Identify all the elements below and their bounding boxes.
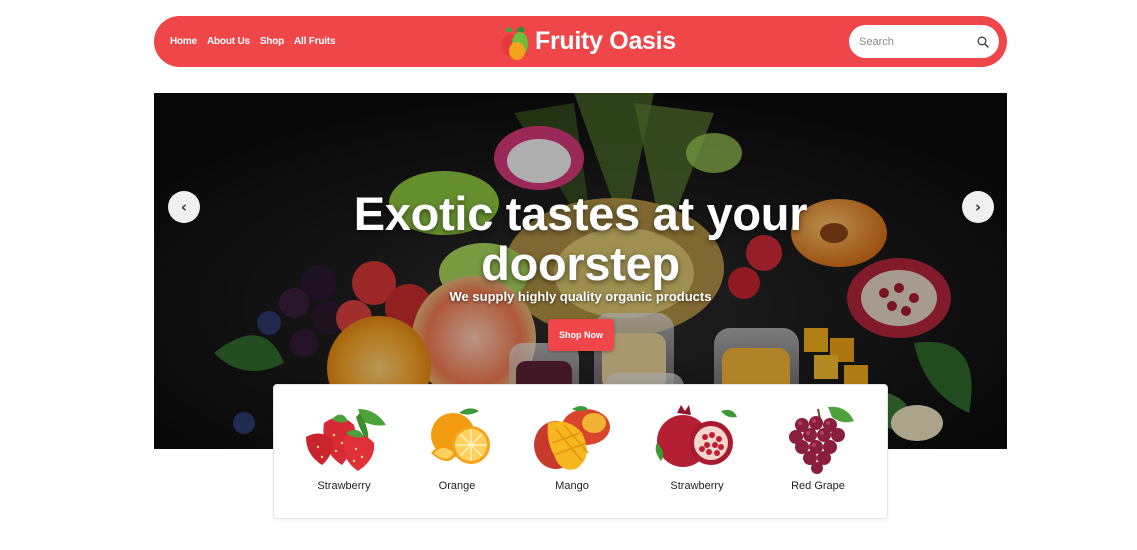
- category-label: Strawberry: [317, 480, 371, 492]
- category-label: Strawberry: [670, 480, 724, 492]
- category-label: Orange: [438, 480, 476, 492]
- fruit-logo-icon: [501, 26, 528, 60]
- category-item-pomegranate[interactable]: Strawberry: [647, 403, 747, 492]
- hero-title-line2: doorstep: [481, 237, 680, 290]
- category-label: Red Grape: [791, 480, 845, 492]
- nav-link-all-fruits[interactable]: All Fruits: [294, 36, 336, 47]
- shop-now-button[interactable]: Shop Now: [548, 319, 614, 351]
- search-bar: [849, 25, 999, 58]
- category-item-orange[interactable]: Orange: [407, 403, 507, 492]
- nav-link-home[interactable]: Home: [170, 36, 197, 47]
- nav-link-about-us[interactable]: About Us: [207, 36, 250, 47]
- mango-icon: [534, 406, 610, 470]
- top-navbar: Home About Us Shop All Fruits Fruity Oas…: [154, 16, 1007, 67]
- hero-subtitle: We supply highly quality organic product…: [449, 289, 712, 304]
- grape-icon: [789, 406, 854, 474]
- brand-name: Fruity Oasis: [535, 27, 676, 55]
- strawberry-icon: [306, 409, 386, 471]
- category-label: Mango: [555, 480, 589, 492]
- search-icon[interactable]: [977, 35, 989, 49]
- search-input[interactable]: [859, 35, 977, 48]
- pomegranate-icon: [655, 405, 737, 467]
- nav-link-shop[interactable]: Shop: [260, 36, 284, 47]
- hero-title-line1: Exotic tastes at your: [353, 187, 808, 240]
- fruit-category-card: Strawberry Orange Mango Strawberry Red G…: [273, 384, 888, 519]
- orange-icon: [431, 408, 490, 464]
- brand-logo[interactable]: Fruity Oasis: [497, 16, 676, 67]
- category-item-red-grape[interactable]: Red Grape: [768, 403, 868, 492]
- nav-links: Home About Us Shop All Fruits: [170, 16, 336, 67]
- category-item-mango[interactable]: Mango: [522, 403, 622, 492]
- hero-title: Exotic tastes at your doorstep: [154, 189, 1007, 289]
- category-item-strawberry[interactable]: Strawberry: [294, 403, 394, 492]
